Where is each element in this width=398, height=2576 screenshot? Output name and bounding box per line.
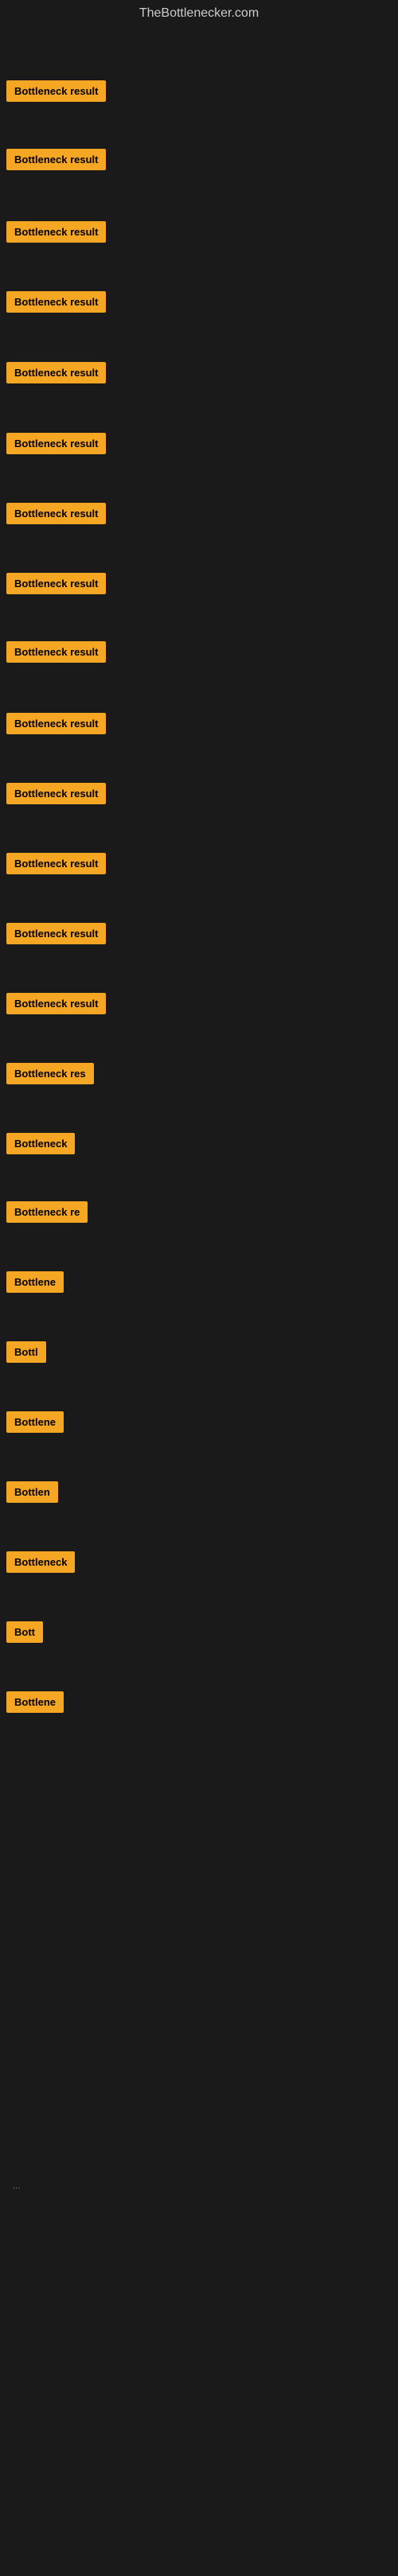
bottleneck-row-10: Bottleneck result (0, 708, 112, 743)
bottleneck-badge-23[interactable]: Bott (6, 1621, 43, 1643)
bottleneck-badge-22[interactable]: Bottleneck (6, 1551, 75, 1573)
bottleneck-row-8: Bottleneck result (0, 568, 112, 603)
bottleneck-badge-14[interactable]: Bottleneck result (6, 993, 106, 1014)
bottleneck-row-6: Bottleneck result (0, 428, 112, 463)
bottleneck-badge-7[interactable]: Bottleneck result (6, 503, 106, 524)
bottleneck-badge-24[interactable]: Bottlene (6, 1691, 64, 1713)
bottleneck-badge-13[interactable]: Bottleneck result (6, 923, 106, 944)
bottleneck-badge-11[interactable]: Bottleneck result (6, 783, 106, 804)
bottleneck-row-24: Bottlene (0, 1687, 70, 1722)
bottleneck-badge-21[interactable]: Bottlen (6, 1481, 58, 1503)
bottleneck-row-2: Bottleneck result (0, 144, 112, 179)
site-title: TheBottlenecker.com (0, 0, 398, 30)
bottleneck-row-20: Bottlene (0, 1407, 70, 1442)
bottleneck-row-16: Bottleneck (0, 1128, 81, 1163)
bottleneck-row-13: Bottleneck result (0, 918, 112, 953)
bottleneck-row-19: Bottl (0, 1337, 53, 1372)
bottleneck-badge-3[interactable]: Bottleneck result (6, 221, 106, 243)
bottleneck-badge-4[interactable]: Bottleneck result (6, 291, 106, 313)
bottleneck-row-9: Bottleneck result (0, 636, 112, 671)
bottleneck-row-11: Bottleneck result (0, 778, 112, 813)
bottleneck-row-12: Bottleneck result (0, 848, 112, 883)
bottleneck-row-14: Bottleneck result (0, 988, 112, 1023)
bottleneck-row-18: Bottlene (0, 1267, 70, 1302)
bottleneck-badge-17[interactable]: Bottleneck re (6, 1201, 88, 1223)
bottleneck-badge-20[interactable]: Bottlene (6, 1411, 64, 1433)
bottleneck-badge-16[interactable]: Bottleneck (6, 1133, 75, 1154)
bottleneck-row-23: Bott (0, 1617, 49, 1652)
bottleneck-badge-15[interactable]: Bottleneck res (6, 1063, 94, 1084)
bottleneck-badge-9[interactable]: Bottleneck result (6, 641, 106, 663)
bottleneck-row-17: Bottleneck re (0, 1197, 94, 1232)
bottleneck-row-5: Bottleneck result (0, 357, 112, 392)
bottleneck-row-4: Bottleneck result (0, 286, 112, 321)
bottleneck-row-15: Bottleneck res (0, 1058, 100, 1093)
bottleneck-row-1: Bottleneck result (0, 76, 112, 111)
bottleneck-badge-1[interactable]: Bottleneck result (6, 80, 106, 102)
bottleneck-row-21: Bottlen (0, 1477, 64, 1512)
bottleneck-badge-19[interactable]: Bottl (6, 1341, 46, 1363)
bottleneck-badge-12[interactable]: Bottleneck result (6, 853, 106, 874)
bottleneck-badge-18[interactable]: Bottlene (6, 1271, 64, 1293)
bottleneck-badge-2[interactable]: Bottleneck result (6, 149, 106, 170)
bottleneck-badge-5[interactable]: Bottleneck result (6, 362, 106, 383)
bottleneck-row-7: Bottleneck result (0, 498, 112, 533)
bottleneck-badge-10[interactable]: Bottleneck result (6, 713, 106, 734)
bottleneck-badge-6[interactable]: Bottleneck result (6, 433, 106, 454)
bottleneck-badge-8[interactable]: Bottleneck result (6, 573, 106, 594)
bottleneck-row-22: Bottleneck (0, 1547, 81, 1582)
ellipsis-indicator: ... (6, 2178, 26, 2194)
bottleneck-row-3: Bottleneck result (0, 216, 112, 251)
